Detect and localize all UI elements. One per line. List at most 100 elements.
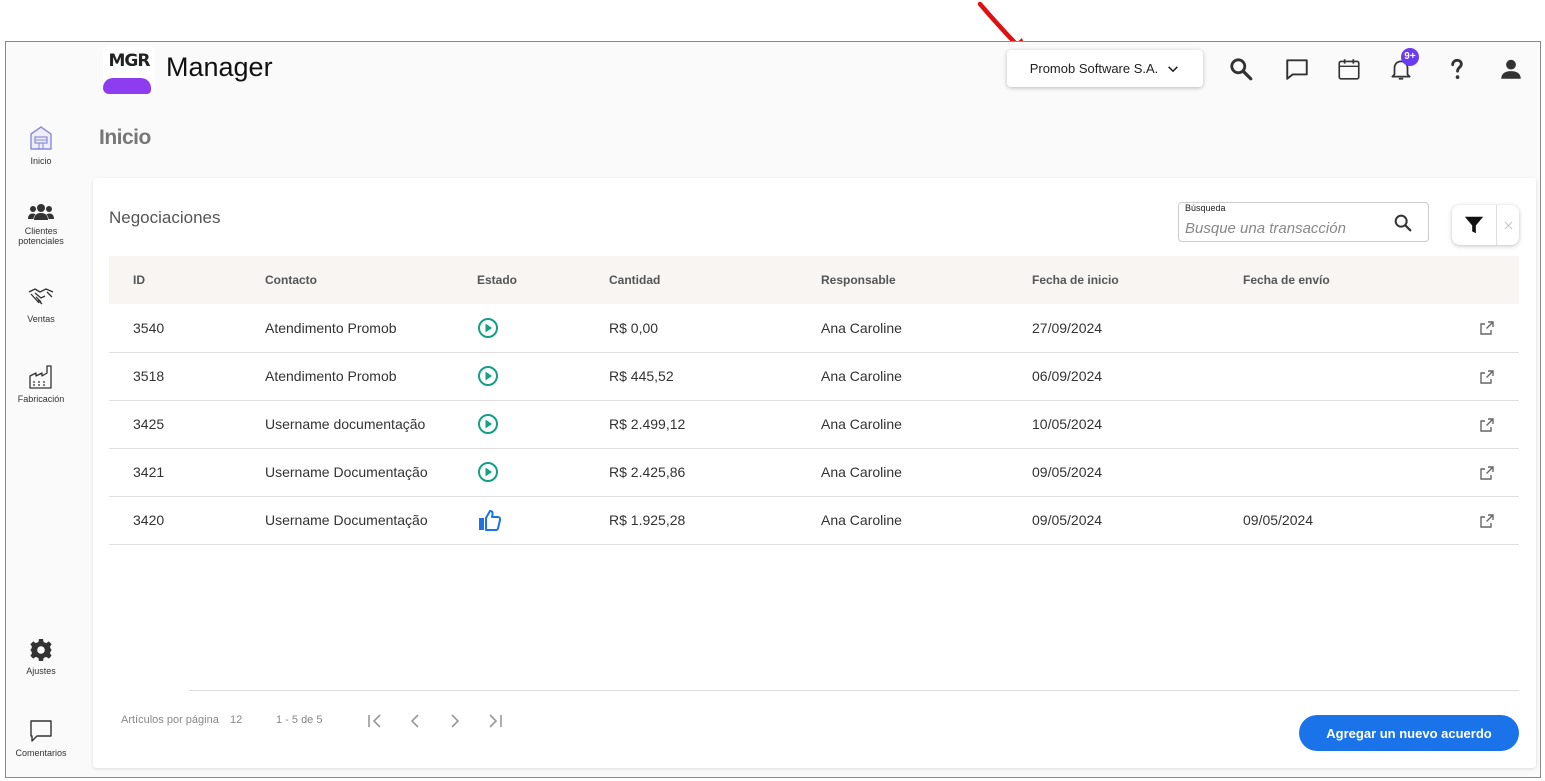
deals-card: Negociaciones Búsqueda ID Contacto Estad… (93, 178, 1536, 768)
messages-button[interactable] (1282, 54, 1312, 84)
app-logo[interactable]: MGR (103, 46, 155, 94)
store-icon (30, 126, 52, 150)
cell-id: 3421 (109, 448, 241, 497)
app-window: MGR Manager Promob Software S.A. 9+ Inic… (5, 41, 1541, 778)
sidebar-item-inicio[interactable]: Inicio (6, 124, 76, 166)
footer-divider (189, 690, 1519, 691)
chevron-down-icon (1168, 65, 1179, 72)
cell-start-date: 06/09/2024 (1008, 352, 1219, 401)
sidebar-item-ventas[interactable]: Ventas (6, 284, 76, 324)
open-external-icon[interactable] (1479, 417, 1495, 433)
first-page-button[interactable] (362, 708, 388, 734)
cell-start-date: 27/09/2024 (1008, 304, 1219, 353)
company-selector[interactable]: Promob Software S.A. (1007, 50, 1203, 87)
page-title: Inicio (99, 126, 151, 149)
calendar-button[interactable] (1334, 54, 1364, 84)
sidebar-item-fabricacion[interactable]: Fabricación (6, 364, 76, 404)
notification-badge: 9+ (1401, 48, 1419, 66)
factory-icon (29, 365, 52, 389)
cell-contact: Username Documentação (241, 496, 453, 545)
sidebar-label-ventas: Ventas (27, 314, 55, 324)
per-page-select[interactable]: 12 (230, 714, 242, 726)
play-circle-icon (478, 414, 498, 434)
cell-id: 3425 (109, 400, 241, 449)
profile-button[interactable] (1496, 54, 1526, 84)
open-external-icon[interactable] (1479, 320, 1495, 336)
cell-amount: R$ 0,00 (585, 304, 797, 353)
sidebar-label-ajustes: Ajustes (26, 666, 56, 676)
table-row[interactable]: 3425 Username documentação R$ 2.499,12 A… (109, 400, 1519, 449)
cell-owner: Ana Caroline (797, 352, 1008, 401)
cell-id: 3518 (109, 352, 241, 401)
cell-sent-date (1219, 304, 1430, 353)
table-row[interactable]: 3420 Username Documentação R$ 1.925,28 A… (109, 496, 1519, 545)
per-page-label: Artículos por página (121, 714, 219, 726)
open-external-icon[interactable] (1479, 465, 1495, 481)
cell-amount: R$ 2.425,86 (585, 448, 797, 497)
open-external-icon[interactable] (1479, 369, 1495, 385)
table-row[interactable]: 3421 Username Documentação R$ 2.425,86 A… (109, 448, 1519, 497)
column-header-sent-date[interactable]: Fecha de envío (1219, 256, 1430, 304)
column-header-start-date[interactable]: Fecha de inicio (1008, 256, 1219, 304)
cell-sent-date (1219, 400, 1430, 449)
sidebar-label-clientes: Clientes potenciales (18, 226, 64, 246)
cell-actions (1430, 496, 1519, 545)
chat-icon (1286, 59, 1308, 80)
cell-status (453, 352, 585, 401)
users-group-icon (28, 204, 54, 220)
notifications-button[interactable]: 9+ (1386, 48, 1419, 84)
column-header-id[interactable]: ID (109, 256, 241, 304)
cell-amount: R$ 2.499,12 (585, 400, 797, 449)
search-field[interactable]: Búsqueda (1178, 202, 1429, 242)
sidebar-item-comentarios[interactable]: Comentarios (6, 718, 76, 758)
chevron-left-icon (410, 714, 419, 728)
cell-actions (1430, 400, 1519, 449)
gear-icon (30, 639, 52, 661)
cell-status (453, 448, 585, 497)
logo-shape (103, 78, 151, 94)
cell-sent-date (1219, 448, 1430, 497)
cell-sent-date (1219, 352, 1430, 401)
help-button[interactable] (1442, 54, 1472, 84)
search-icon[interactable] (1392, 212, 1414, 234)
search-input[interactable] (1185, 217, 1385, 239)
add-deal-button[interactable]: Agregar un nuevo acuerdo (1299, 715, 1519, 751)
search-button[interactable] (1226, 54, 1256, 84)
cell-id: 3420 (109, 496, 241, 545)
last-page-button[interactable] (482, 708, 508, 734)
clear-filter-button[interactable] (1496, 205, 1519, 245)
filter-icon (1464, 216, 1484, 234)
sidebar-item-clientes[interactable]: Clientes potenciales (6, 202, 76, 246)
user-icon (1501, 59, 1521, 79)
first-page-icon (368, 714, 381, 728)
cell-contact: Atendimento Promob (241, 304, 453, 353)
cell-start-date: 10/05/2024 (1008, 400, 1219, 449)
company-name: Promob Software S.A. (1029, 61, 1159, 76)
play-circle-icon (478, 317, 498, 338)
column-header-amount[interactable]: Cantidad (585, 256, 797, 304)
cell-contact: Username documentação (241, 400, 453, 449)
column-header-contact[interactable]: Contacto (241, 256, 453, 304)
sidebar-label-comentarios: Comentarios (15, 748, 67, 758)
table-row[interactable]: 3540 Atendimento Promob R$ 0,00 Ana Caro… (109, 304, 1519, 353)
cell-status (453, 304, 585, 353)
column-header-owner[interactable]: Responsable (797, 256, 1008, 304)
prev-page-button[interactable] (402, 708, 428, 734)
thumbs-up-icon (479, 510, 502, 531)
chevron-right-icon (451, 714, 460, 728)
filter-button[interactable] (1452, 205, 1496, 245)
play-circle-icon (478, 462, 498, 482)
help-icon (1451, 58, 1463, 79)
column-header-status[interactable]: Estado (453, 256, 585, 304)
cell-contact: Username Documentação (241, 448, 453, 497)
sidebar-label-inicio: Inicio (30, 156, 52, 166)
page-range: 1 - 5 de 5 (276, 714, 323, 726)
next-page-button[interactable] (442, 708, 468, 734)
table-row[interactable]: 3518 Atendimento Promob R$ 445,52 Ana Ca… (109, 352, 1519, 401)
cell-actions (1430, 304, 1519, 353)
open-external-icon[interactable] (1479, 513, 1495, 529)
sidebar-item-ajustes[interactable]: Ajustes (6, 638, 76, 676)
cell-start-date: 09/05/2024 (1008, 496, 1219, 545)
logo-mark: MGR (108, 51, 151, 71)
cell-actions (1430, 352, 1519, 401)
